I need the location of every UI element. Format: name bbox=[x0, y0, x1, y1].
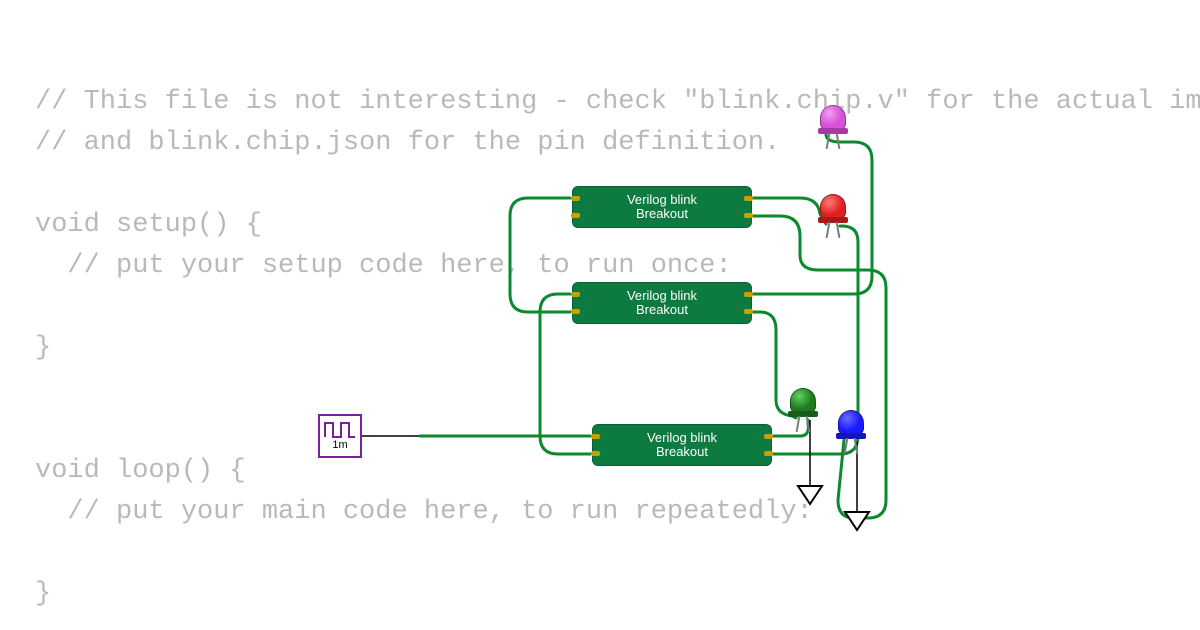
chip-sublabel: Breakout bbox=[636, 207, 688, 221]
clock-label: 1m bbox=[332, 439, 347, 451]
chip-label: Verilog blink bbox=[647, 431, 717, 445]
breakout-chip-1[interactable]: Verilog blink Breakout bbox=[572, 186, 752, 228]
clock-generator[interactable]: 1m bbox=[318, 414, 362, 458]
led-blue[interactable] bbox=[838, 410, 864, 444]
chip-label: Verilog blink bbox=[627, 289, 697, 303]
chip-label: Verilog blink bbox=[627, 193, 697, 207]
led-green[interactable] bbox=[790, 388, 816, 422]
led-red[interactable] bbox=[820, 194, 846, 228]
chip-sublabel: Breakout bbox=[656, 445, 708, 459]
breakout-chip-2[interactable]: Verilog blink Breakout bbox=[572, 282, 752, 324]
chip-sublabel: Breakout bbox=[636, 303, 688, 317]
circuit-canvas[interactable]: 1m Verilog blink Breakout Verilog blink … bbox=[0, 0, 1200, 630]
led-magenta[interactable] bbox=[820, 105, 846, 139]
breakout-chip-3[interactable]: Verilog blink Breakout bbox=[592, 424, 772, 466]
